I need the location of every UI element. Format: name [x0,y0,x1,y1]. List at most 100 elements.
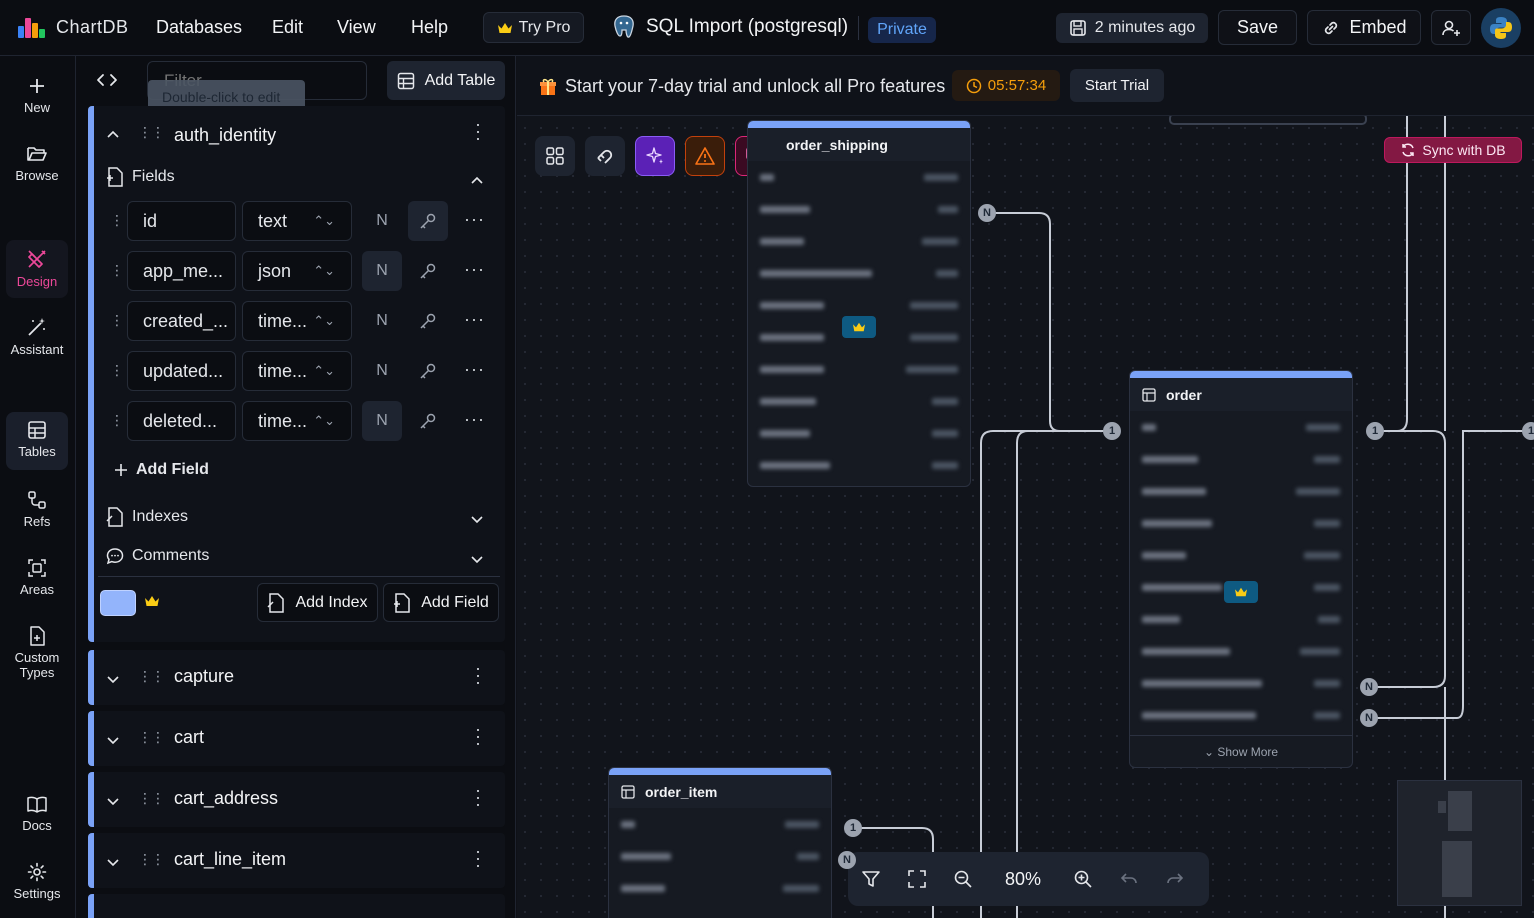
drag-handle-icon[interactable]: ⋮⋮ [138,124,165,141]
rail-tables[interactable]: Tables [6,412,68,470]
chevron-down-icon[interactable] [470,552,484,570]
primary-key-toggle[interactable] [408,201,448,241]
pro-feature-badge[interactable] [842,316,876,338]
fields-section-header[interactable]: Fields [106,167,175,187]
field-name-input[interactable]: id [127,201,236,241]
table-name[interactable]: capture [174,666,234,687]
rail-design[interactable]: Design [6,240,68,298]
nullable-toggle[interactable]: N [362,351,402,391]
minimap[interactable] [1397,780,1522,906]
add-table-button[interactable]: Add Table [387,61,505,100]
drag-handle-icon[interactable]: ⋮⋮ [138,668,165,685]
primary-key-toggle[interactable] [408,351,448,391]
save-button[interactable]: Save [1218,10,1297,45]
nullable-toggle[interactable]: N [362,301,402,341]
menu-databases[interactable]: Databases [156,17,242,38]
menu-view[interactable]: View [337,17,376,38]
fit-view-button[interactable] [894,852,940,906]
crown-icon[interactable] [144,594,160,613]
table-item-capture[interactable]: ⋮⋮ capture ··· [88,650,505,705]
field-menu-button[interactable]: ··· [464,359,485,380]
drag-handle-icon[interactable]: ⋮⋮ [138,851,165,868]
primary-key-toggle[interactable] [408,401,448,441]
table-menu-button[interactable]: ··· [468,788,489,809]
field-type-select[interactable]: time... ⌃⌄ [242,301,352,341]
avatar[interactable] [1481,8,1521,48]
field-name-input[interactable]: created_... [127,301,236,341]
chevron-down-icon[interactable] [470,512,484,530]
add-user-button[interactable] [1431,10,1471,45]
add-field-link[interactable]: Add Field [114,461,209,479]
chevron-down-icon[interactable] [106,794,120,812]
chevron-up-icon[interactable] [470,172,484,190]
rail-new[interactable]: New [6,76,68,115]
field-name-input[interactable]: updated... [127,351,236,391]
sync-with-db-button[interactable]: Sync with DB [1384,137,1522,163]
zoom-out-button[interactable] [940,852,986,906]
magnet-button[interactable] [585,136,625,176]
chevron-down-icon[interactable] [106,672,120,690]
try-pro-button[interactable]: Try Pro [483,12,584,43]
code-view-toggle[interactable] [96,70,118,95]
show-more-button[interactable]: ⌄ Show More [1130,735,1352,767]
chevron-down-icon[interactable] [106,733,120,751]
undo-button[interactable] [1106,852,1152,906]
redo-button[interactable] [1152,852,1198,906]
table-menu-button[interactable]: ··· [468,849,489,870]
table-name[interactable]: auth_identity [174,125,276,146]
field-type-select[interactable]: json ⌃⌄ [242,251,352,291]
database-title[interactable]: SQL Import (postgresql) [612,14,848,40]
rail-assistant[interactable]: Assistant [6,316,68,357]
table-color-picker[interactable] [100,590,136,616]
add-index-button[interactable]: Add Index [257,583,378,622]
field-menu-button[interactable]: ··· [464,409,485,430]
table-menu-button[interactable]: ··· [468,666,489,687]
table-name[interactable]: cart_line_item [174,849,286,870]
drag-handle-icon[interactable]: ⋮⋮ [138,729,165,746]
field-menu-button[interactable]: ··· [464,309,485,330]
zoom-level[interactable]: 80% [986,869,1060,890]
menu-edit[interactable]: Edit [272,17,303,38]
primary-key-toggle[interactable] [408,301,448,341]
table-node-order-shipping[interactable]: order_shipping [747,120,971,487]
rail-docs[interactable]: Docs [6,794,68,833]
visibility-badge[interactable]: Private [868,17,936,43]
start-trial-button[interactable]: Start Trial [1070,69,1164,102]
table-item-partial[interactable] [88,894,505,918]
field-type-select[interactable]: time... ⌃⌄ [242,401,352,441]
drag-handle-icon[interactable]: ⋮⋮ [138,790,165,807]
chevron-up-icon[interactable] [106,126,120,144]
table-node-order-item[interactable]: order_item [608,767,832,918]
field-type-select[interactable]: time... ⌃⌄ [242,351,352,391]
primary-key-toggle[interactable] [408,251,448,291]
table-item-cart[interactable]: ⋮⋮ cart ··· [88,711,505,766]
zoom-in-button[interactable] [1060,852,1106,906]
indexes-section-header[interactable]: Indexes [106,507,188,527]
comments-section-header[interactable]: Comments [106,547,209,565]
table-item-cart-line-item[interactable]: ⋮⋮ cart_line_item ··· [88,833,505,888]
table-name[interactable]: cart [174,727,204,748]
add-field-button[interactable]: Add Field [383,583,499,622]
table-node-order[interactable]: order ⌄ Show More [1129,370,1353,768]
rail-areas[interactable]: Areas [6,558,68,597]
nullable-toggle[interactable]: N [362,201,402,241]
rail-browse[interactable]: Browse [6,144,68,183]
layout-grid-button[interactable] [535,136,575,176]
chevron-down-icon[interactable] [106,855,120,873]
embed-button[interactable]: Embed [1307,10,1421,45]
field-menu-button[interactable]: ··· [464,209,485,230]
nullable-toggle[interactable]: N [362,251,402,291]
table-menu-button[interactable]: ··· [468,727,489,748]
logo[interactable]: ChartDB [18,17,129,38]
field-name-input[interactable]: deleted... [127,401,236,441]
field-menu-button[interactable]: ··· [464,259,485,280]
ai-sparkle-button[interactable] [635,136,675,176]
diagram-canvas[interactable]: Start your 7-day trial and unlock all Pr… [517,56,1534,918]
table-item-cart-address[interactable]: ⋮⋮ cart_address ··· [88,772,505,827]
warnings-button[interactable] [685,136,725,176]
rail-settings[interactable]: Settings [6,862,68,901]
table-name[interactable]: cart_address [174,788,278,809]
rail-custom-types[interactable]: Custom Types [6,626,68,680]
rail-refs[interactable]: Refs [6,490,68,529]
field-type-select[interactable]: text ⌃⌄ [242,201,352,241]
